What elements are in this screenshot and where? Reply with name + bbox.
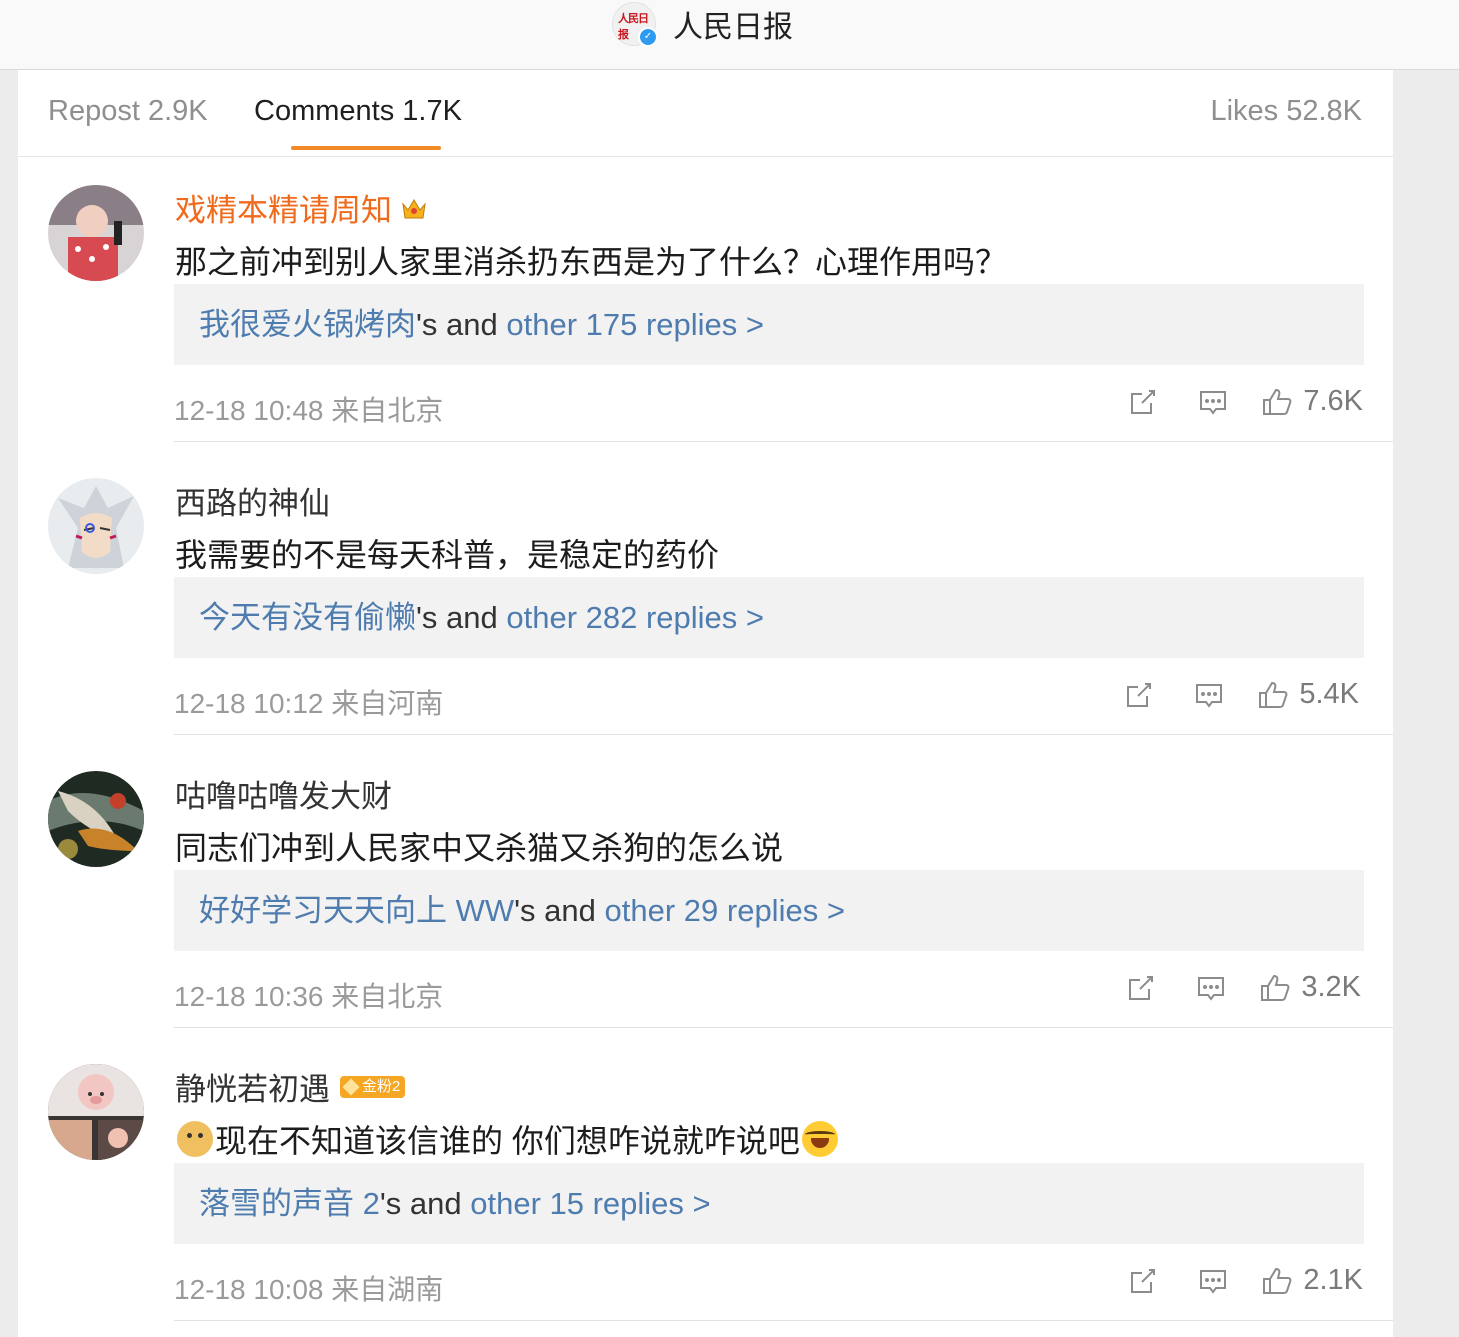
tab-bar: Repost 2.9K Comments 1.7K Likes 52.8K (18, 70, 1393, 157)
thumbs-up-icon[interactable] (1257, 679, 1289, 711)
username[interactable]: 咕噜咕噜发大财 (175, 771, 392, 816)
like-count: 5.4K (1299, 678, 1359, 710)
tab-likes[interactable]: Likes 52.8K (1210, 95, 1362, 128)
reply-user[interactable]: 好好学习天天向上 WW (199, 893, 514, 928)
comment-timestamp: 12-18 10:12 来自河南 (174, 688, 444, 719)
tab-comments[interactable]: Comments 1.7K (254, 95, 462, 128)
crown-icon (400, 194, 428, 222)
like-count: 2.1K (1303, 1264, 1363, 1296)
avatar[interactable] (48, 478, 144, 574)
reply-connector: 's and (416, 307, 507, 342)
divider (174, 734, 1393, 735)
comment-timestamp: 12-18 10:48 来自北京 (174, 395, 444, 426)
username-text[interactable]: 静恍若初遇 (175, 1064, 330, 1109)
fan-badge-label: 金粉2 (362, 1077, 401, 1095)
comment-actions: 5.4K (1123, 678, 1359, 711)
thumbs-up-icon[interactable] (1261, 386, 1293, 418)
replies-preview[interactable]: 落雪的声音 2's and other 15 replies > (174, 1163, 1364, 1244)
replies-preview[interactable]: 好好学习天天向上 WW's and other 29 replies > (174, 870, 1364, 951)
reply-icon[interactable] (1197, 386, 1229, 418)
divider (174, 441, 1393, 442)
account-header[interactable]: 人民日报 ✓ 人民日报 (612, 2, 793, 47)
reply-user[interactable]: 今天有没有偷懒 (199, 600, 416, 635)
reply-count[interactable]: other 282 replies > (506, 600, 764, 635)
share-icon[interactable] (1127, 386, 1159, 418)
fan-badge: 金粉2 (340, 1075, 406, 1098)
comment-timestamp: 12-18 10:36 来自北京 (174, 981, 444, 1012)
username[interactable]: 静恍若初遇 金粉2 (175, 1064, 406, 1109)
reply-icon[interactable] (1197, 1265, 1229, 1297)
replies-preview[interactable]: 今天有没有偷懒's and other 282 replies > (174, 577, 1364, 658)
username[interactable]: 戏精本精请周知 (175, 185, 428, 230)
replies-preview[interactable]: 我很爱火锅烤肉's and other 175 replies > (174, 284, 1364, 365)
divider (174, 1320, 1393, 1321)
comment-timestamp: 12-18 10:08 来自湖南 (174, 1274, 444, 1305)
reply-icon[interactable] (1195, 972, 1227, 1004)
active-tab-indicator (291, 146, 441, 150)
account-name[interactable]: 人民日报 (673, 2, 793, 46)
divider (174, 1027, 1393, 1028)
comment-text: 现在不知道该信谁的 你们想咋说就咋说吧 (175, 1116, 840, 1162)
comment-text: 同志们冲到人民家中又杀猫又杀狗的怎么说 (175, 830, 784, 866)
account-avatar[interactable]: 人民日报 ✓ (612, 2, 658, 47)
like-count: 7.6K (1303, 385, 1363, 417)
thumbs-up-icon[interactable] (1259, 972, 1291, 1004)
reply-count[interactable]: other 175 replies > (506, 307, 764, 342)
avatar[interactable] (48, 185, 144, 281)
comment-text: 我需要的不是每天科普，是稳定的药价 (175, 537, 720, 573)
comment-actions: 3.2K (1125, 971, 1361, 1004)
comments-card: Repost 2.9K Comments 1.7K Likes 52.8K 戏精… (18, 70, 1393, 1337)
comment-actions: 2.1K (1127, 1264, 1363, 1297)
laughing-emoji-icon (801, 1121, 838, 1157)
share-icon[interactable] (1127, 1265, 1159, 1297)
thumbs-up-icon[interactable] (1261, 1265, 1293, 1297)
reply-count[interactable]: other 29 replies > (605, 893, 845, 928)
reply-user[interactable]: 我很爱火锅烤肉 (199, 307, 416, 342)
tab-repost[interactable]: Repost 2.9K (48, 95, 208, 128)
reply-connector: 's and (514, 893, 605, 928)
comment-actions: 7.6K (1127, 385, 1363, 418)
avatar[interactable] (48, 1064, 144, 1160)
comment-text-content: 现在不知道该信谁的 你们想咋说就咋说吧 (215, 1123, 800, 1159)
share-icon[interactable] (1125, 972, 1157, 1004)
reply-user[interactable]: 落雪的声音 2 (199, 1186, 380, 1221)
username-text[interactable]: 戏精本精请周知 (175, 185, 392, 230)
reply-count[interactable]: other 15 replies > (470, 1186, 710, 1221)
doge-emoji-icon (177, 1121, 213, 1157)
diamond-icon (342, 1078, 360, 1095)
like-count: 3.2K (1301, 971, 1361, 1003)
reply-connector: 's and (379, 1186, 471, 1221)
reply-connector: 's and (416, 600, 507, 635)
reply-icon[interactable] (1193, 679, 1225, 711)
avatar[interactable] (48, 771, 144, 867)
verified-check-icon: ✓ (638, 27, 658, 47)
username[interactable]: 西路的神仙 (175, 478, 330, 523)
share-icon[interactable] (1123, 679, 1155, 711)
top-bar: 人民日报 ✓ 人民日报 (0, 0, 1459, 70)
comment-text: 那之前冲到别人家里消杀扔东西是为了什么？心理作用吗？ (175, 244, 1008, 280)
